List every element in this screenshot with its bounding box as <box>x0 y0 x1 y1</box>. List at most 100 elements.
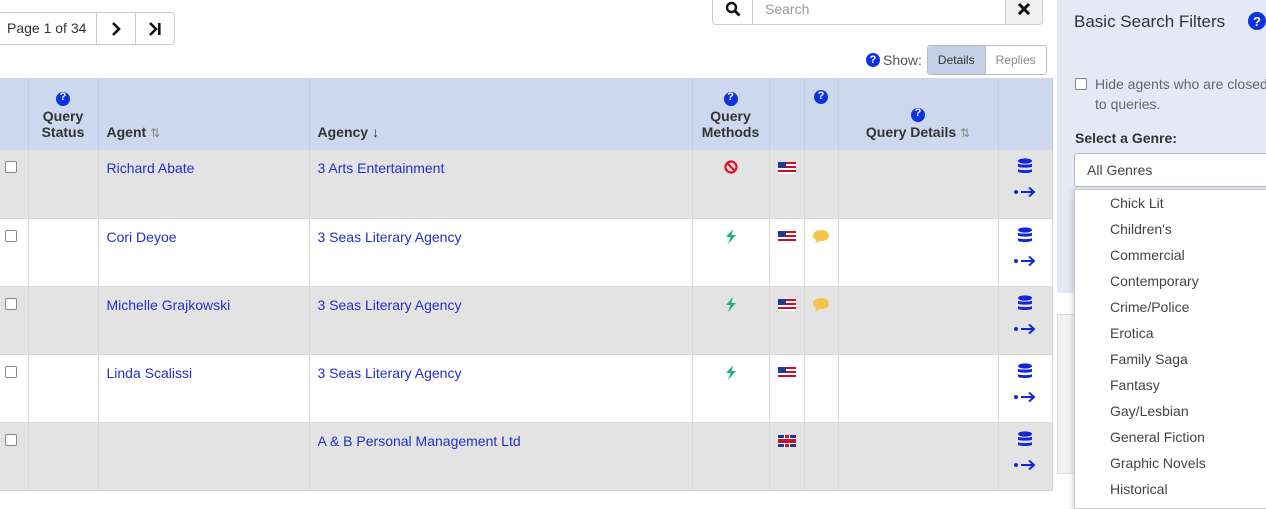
sort-down-icon: ↓ <box>371 124 379 140</box>
query-status-cell <box>28 422 99 491</box>
flag-cell <box>769 218 805 287</box>
agent-link[interactable]: Linda Scalissi <box>107 365 193 381</box>
select-column-header <box>0 78 29 150</box>
genre-option[interactable]: Erotica <box>1075 320 1266 346</box>
agency-link[interactable]: 3 Seas Literary Agency <box>318 297 462 313</box>
genre-option[interactable]: Contemporary <box>1075 268 1266 294</box>
genre-option[interactable]: Crime/Police <box>1075 294 1266 320</box>
database-icon[interactable] <box>1017 294 1033 311</box>
query-method-cell <box>692 354 770 423</box>
genre-option[interactable]: Chick Lit <box>1075 190 1266 216</box>
agency-cell: 3 Arts Entertainment <box>309 150 693 219</box>
hide-closed-option[interactable]: Hide agents who are closed to queries. <box>1075 74 1266 114</box>
database-icon[interactable] <box>1017 362 1033 379</box>
help-icon[interactable]: ? <box>866 53 880 67</box>
clear-search-button[interactable] <box>1005 0 1043 25</box>
us-flag-icon <box>777 162 796 174</box>
query-details-cell <box>838 218 999 287</box>
agent-column-header[interactable]: Agent ⇅ <box>98 78 310 150</box>
help-icon[interactable]: ? <box>56 92 70 106</box>
actions-cell <box>998 150 1053 219</box>
view-toggle-group: Details Replies <box>926 45 1047 75</box>
row-checkbox[interactable] <box>5 365 17 378</box>
genre-dropdown: Chick Lit Children's Commercial Contemporar… <box>1074 189 1266 509</box>
us-flag-icon <box>777 366 796 379</box>
query-details-cell <box>838 422 999 491</box>
agent-cell: Michelle Grajkowski <box>98 286 310 355</box>
agent-link[interactable]: Richard Abate <box>107 160 195 176</box>
go-arrow-icon[interactable] <box>1013 391 1037 403</box>
search-input[interactable] <box>753 0 1005 25</box>
query-status-cell <box>28 218 99 287</box>
query-status-cell <box>28 150 99 219</box>
flag-cell <box>769 422 805 491</box>
genre-option[interactable]: Historical <box>1075 476 1266 502</box>
us-flag-icon <box>777 230 796 243</box>
search-bar <box>712 0 1043 25</box>
row-select-cell <box>0 286 29 355</box>
database-icon[interactable] <box>1017 158 1033 174</box>
replies-toggle[interactable]: Replies <box>985 46 1046 74</box>
lightning-icon <box>725 228 736 244</box>
genre-option[interactable]: Graphic Novels <box>1075 450 1266 476</box>
genre-option[interactable]: Family Saga <box>1075 346 1266 372</box>
last-page-button[interactable] <box>135 13 174 44</box>
agency-link[interactable]: 3 Seas Literary Agency <box>318 365 462 381</box>
page-indicator: Page 1 of 34 <box>7 20 87 36</box>
query-method-cell <box>692 422 770 491</box>
go-arrow-icon[interactable] <box>1013 255 1037 267</box>
query-status-column-header: ? Query Status <box>28 78 99 150</box>
comment-icon[interactable] <box>812 229 830 244</box>
agents-table: ? Query Status Agent ⇅ Agency ↓ ? Query … <box>0 78 1053 491</box>
database-icon[interactable] <box>1017 226 1033 243</box>
agency-link[interactable]: 3 Seas Literary Agency <box>318 229 462 245</box>
genre-option[interactable]: Commercial <box>1075 242 1266 268</box>
go-arrow-icon[interactable] <box>1013 186 1037 198</box>
show-toggle: ? Show: Details Replies <box>866 45 1047 75</box>
query-details-column-header[interactable]: ? Query Details ⇅ <box>838 78 999 150</box>
agency-cell: A & B Personal Management Ltd <box>309 422 693 491</box>
help-icon[interactable]: ? <box>723 92 738 106</box>
flag-cell <box>769 286 805 355</box>
query-status-cell <box>28 286 99 355</box>
table-header-row: ? Query Status Agent ⇅ Agency ↓ ? Query … <box>0 78 1053 150</box>
row-checkbox[interactable] <box>5 161 17 173</box>
table-row: Cori Deyoe 3 Seas Literary Agency <box>0 218 1053 287</box>
genre-option[interactable]: Children's <box>1075 216 1266 242</box>
go-arrow-icon[interactable] <box>1013 323 1037 335</box>
row-checkbox[interactable] <box>5 433 17 446</box>
agent-link[interactable]: Cori Deyoe <box>107 229 177 245</box>
genre-select[interactable]: All Genres <box>1074 153 1266 187</box>
help-icon[interactable]: ? <box>911 108 925 122</box>
comment-cell <box>804 354 839 423</box>
pager: Page 1 of 34 <box>0 12 176 45</box>
genre-option[interactable]: General Fiction <box>1075 424 1266 450</box>
go-arrow-icon[interactable] <box>1013 459 1037 471</box>
row-checkbox[interactable] <box>5 297 17 310</box>
agency-link[interactable]: A & B Personal Management Ltd <box>318 433 521 449</box>
hide-closed-label: Hide agents who are closed to queries. <box>1095 76 1266 112</box>
comment-icon[interactable] <box>812 297 830 312</box>
comment-cell <box>804 218 839 287</box>
sort-icon: ⇅ <box>960 126 971 140</box>
agent-cell: Linda Scalissi <box>98 354 310 423</box>
details-toggle[interactable]: Details <box>927 46 986 74</box>
actions-cell <box>998 354 1053 423</box>
comment-cell <box>804 286 839 355</box>
agent-cell <box>98 422 310 491</box>
database-icon[interactable] <box>1017 430 1033 447</box>
help-icon[interactable]: ? <box>814 89 828 104</box>
genre-option[interactable]: Fantasy <box>1075 372 1266 398</box>
sort-icon: ⇅ <box>150 126 161 140</box>
agent-link[interactable]: Michelle Grajkowski <box>107 297 231 313</box>
row-checkbox[interactable] <box>5 229 17 242</box>
genre-option[interactable]: Gay/Lesbian <box>1075 398 1266 424</box>
agency-column-header[interactable]: Agency ↓ <box>309 78 693 150</box>
help-icon[interactable]: ? <box>1248 12 1266 30</box>
agent-cell: Richard Abate <box>98 150 310 219</box>
comment-cell <box>804 150 839 219</box>
next-page-button[interactable] <box>96 13 135 44</box>
agency-link[interactable]: 3 Arts Entertainment <box>318 160 445 176</box>
search-button[interactable] <box>712 0 753 25</box>
hide-closed-checkbox[interactable] <box>1075 78 1087 90</box>
